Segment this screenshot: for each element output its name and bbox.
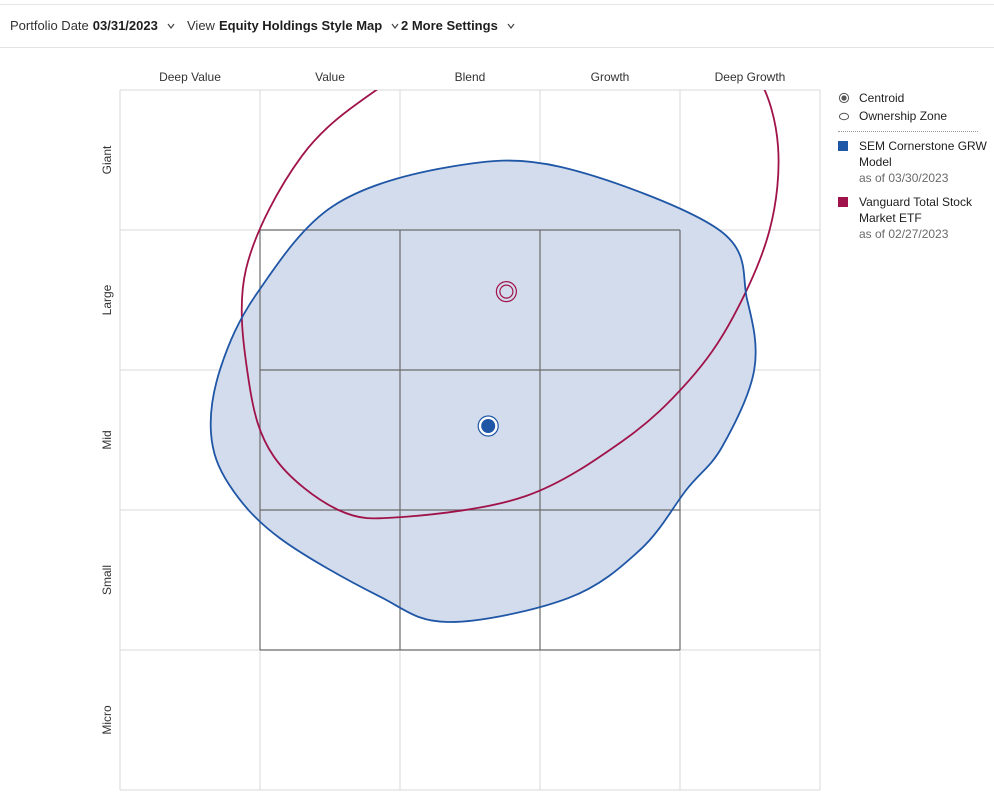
centroid-icon [838, 92, 850, 104]
legend-centroid-label: Centroid [859, 91, 905, 105]
legend-series-vanguard-line1: Vanguard Total Stock [859, 195, 972, 209]
portfolio-date-label: Portfolio Date [10, 18, 89, 33]
sem-swatch-icon [838, 141, 848, 151]
chevron-down-icon [391, 23, 399, 29]
x-tick-label: Deep Value [159, 70, 221, 84]
y-tick-label: Giant [100, 145, 114, 174]
centroid-dot [481, 419, 496, 433]
centroid-marker-0 [477, 415, 499, 437]
chevron-down-icon [507, 23, 515, 29]
legend-series-sem: SEM Cornerstone GRW Model as of 03/30/20… [838, 138, 988, 186]
y-tick-label: Micro [100, 705, 114, 735]
view-value: Equity Holdings Style Map [218, 18, 383, 33]
x-tick-label: Value [315, 70, 345, 84]
legend: Centroid Ownership Zone SEM Cornerstone … [838, 90, 988, 242]
x-tick-label: Growth [591, 70, 630, 84]
legend-series-vanguard-line2: Market ETF [859, 211, 922, 225]
more-settings-label: 2 More Settings [401, 18, 498, 33]
legend-centroid: Centroid [838, 90, 988, 106]
style-map-chart: Deep Value Value Blend Growth Deep Growth Gia… [100, 70, 821, 791]
vanguard-swatch-icon [838, 197, 848, 207]
legend-divider [838, 131, 978, 132]
legend-ownership-zone: Ownership Zone [838, 108, 988, 124]
y-tick-label: Large [100, 284, 114, 315]
toolbar: Portfolio Date 03/31/2023 View Equity Ho… [0, 5, 994, 48]
legend-ownership-zone-label: Ownership Zone [859, 109, 948, 123]
view-dropdown[interactable]: View Equity Holdings Style Map [187, 18, 400, 33]
legend-series-sem-line1: SEM Cornerstone GRW [859, 139, 987, 153]
more-settings-dropdown[interactable]: 2 More Settings [401, 18, 516, 33]
chevron-down-icon [167, 23, 175, 29]
legend-series-sem-asof: as of 03/30/2023 [859, 171, 949, 185]
view-label: View [187, 18, 215, 33]
ownership-zone-icon [838, 112, 850, 121]
x-tick-label: Deep Growth [715, 70, 786, 84]
x-tick-label: Blend [455, 70, 486, 84]
legend-series-sem-line2: Model [859, 155, 892, 169]
portfolio-date-dropdown[interactable]: Portfolio Date 03/31/2023 [10, 18, 176, 33]
portfolio-date-value: 03/31/2023 [92, 18, 158, 33]
y-tick-label: Mid [100, 430, 114, 449]
y-tick-label: Small [100, 565, 114, 595]
legend-series-vanguard-asof: as of 02/27/2023 [859, 227, 949, 241]
legend-series-vanguard: Vanguard Total Stock Market ETF as of 02… [838, 194, 988, 242]
